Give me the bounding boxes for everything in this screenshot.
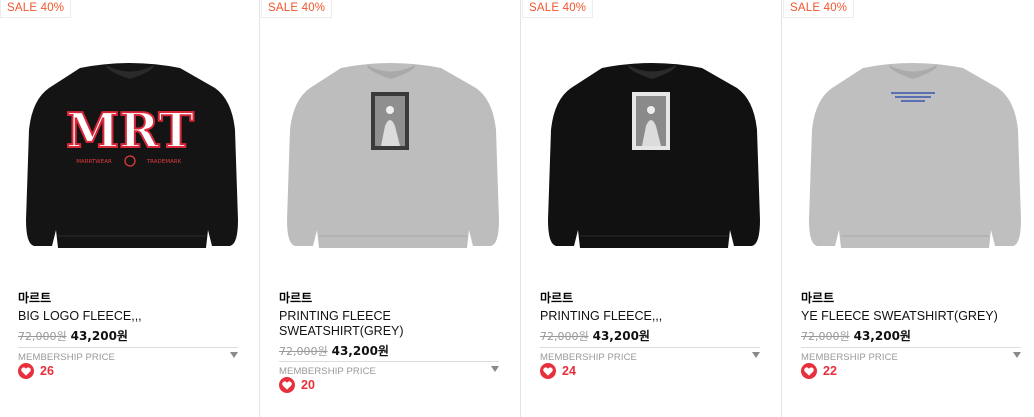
like-count: 22	[823, 364, 837, 378]
like-count: 24	[562, 364, 576, 378]
like-count: 26	[40, 364, 54, 378]
like-button[interactable]: 24	[540, 363, 576, 379]
product-image[interactable]: MRT MARRTWEAR TRADEMARK	[10, 30, 250, 270]
caret-down-icon[interactable]	[491, 366, 499, 372]
sale-badge: SALE 40%	[522, 0, 594, 18]
sale-badge: SALE 40%	[261, 0, 333, 18]
sale-price: 43,200원	[70, 329, 128, 343]
print-sub-right: TRADEMARK	[146, 159, 182, 165]
sale-price: 43,200원	[853, 329, 911, 343]
original-price: 72,000원	[279, 345, 328, 358]
membership-price-row[interactable]: MEMBERSHIP PRICE	[540, 347, 760, 363]
sale-badge: SALE 40%	[783, 0, 855, 18]
product-name[interactable]: PRINTING FLEECE SWEATSHIRT(GREY)	[279, 309, 449, 339]
membership-label: MEMBERSHIP PRICE	[18, 352, 115, 363]
price-row: 72,000원 43,200원	[18, 327, 128, 344]
caret-down-icon[interactable]	[230, 352, 238, 358]
brand-name[interactable]: 마르트	[540, 289, 573, 306]
like-button[interactable]: 20	[279, 377, 315, 393]
price-row: 72,000원 43,200원	[279, 342, 389, 359]
product-image[interactable]	[271, 30, 511, 270]
caret-down-icon[interactable]	[752, 352, 760, 358]
like-button[interactable]: 26	[18, 363, 54, 379]
brand-name[interactable]: 마르트	[279, 289, 312, 306]
sale-price: 43,200원	[331, 344, 389, 358]
original-price: 72,000원	[540, 330, 589, 343]
product-card[interactable]: SALE 40% 마르트 PRINTING FLEECE SWEATSHIRT(…	[261, 0, 522, 417]
product-card[interactable]: SALE 40% 마르트 YE FLEECE SWEATSHIRT(GREY) …	[783, 0, 1034, 417]
brand-name[interactable]: 마르트	[801, 289, 834, 306]
membership-label: MEMBERSHIP PRICE	[801, 352, 898, 363]
product-card[interactable]: SALE 40% 마르트 PRINTING FLEECE,,, 72,000원 4…	[522, 0, 783, 417]
product-name[interactable]: PRINTING FLEECE,,,	[540, 309, 768, 324]
original-price: 72,000원	[801, 330, 850, 343]
print-main: MRT	[66, 103, 194, 159]
membership-price-row[interactable]: MEMBERSHIP PRICE	[801, 347, 1021, 363]
caret-down-icon[interactable]	[1013, 352, 1021, 358]
product-image[interactable]	[532, 30, 772, 270]
heart-icon[interactable]	[279, 377, 295, 393]
product-image[interactable]	[793, 30, 1033, 270]
like-button[interactable]: 22	[801, 363, 837, 379]
price-row: 72,000원 43,200원	[540, 327, 650, 344]
price-row: 72,000원 43,200원	[801, 327, 911, 344]
membership-label: MEMBERSHIP PRICE	[279, 366, 376, 377]
sale-badge: SALE 40%	[0, 0, 72, 18]
membership-price-row[interactable]: MEMBERSHIP PRICE	[279, 361, 499, 377]
like-count: 20	[301, 378, 315, 392]
membership-price-row[interactable]: MEMBERSHIP PRICE	[18, 347, 238, 363]
print-sub-left: MARRTWEAR	[76, 159, 112, 165]
membership-label: MEMBERSHIP PRICE	[540, 352, 637, 363]
heart-icon[interactable]	[540, 363, 556, 379]
product-name[interactable]: BIG LOGO FLEECE,,,	[18, 309, 246, 324]
sale-price: 43,200원	[592, 329, 650, 343]
heart-icon[interactable]	[801, 363, 817, 379]
brand-name[interactable]: 마르트	[18, 289, 51, 306]
heart-icon[interactable]	[18, 363, 34, 379]
original-price: 72,000원	[18, 330, 67, 343]
product-card[interactable]: SALE 40% MRT MARRTWEAR TRADEMARK 마르트 BIG…	[0, 0, 261, 417]
product-name[interactable]: YE FLEECE SWEATSHIRT(GREY)	[801, 309, 1029, 324]
